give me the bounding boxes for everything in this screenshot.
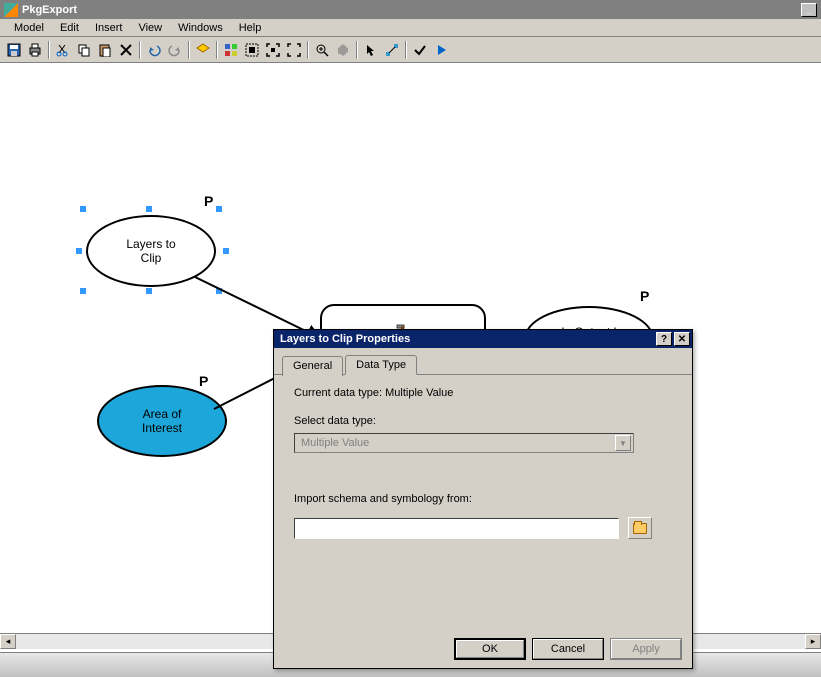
selection-handle[interactable] bbox=[146, 288, 152, 294]
node-label: Layers to Clip bbox=[126, 237, 175, 265]
minimize-button[interactable]: _ bbox=[801, 3, 817, 17]
tab-strip: General Data Type bbox=[274, 348, 692, 375]
menu-windows[interactable]: Windows bbox=[170, 20, 231, 36]
browse-button[interactable] bbox=[628, 517, 652, 539]
parameter-flag: P bbox=[204, 193, 213, 209]
fullscreen-button[interactable] bbox=[284, 40, 304, 60]
cancel-button[interactable]: Cancel bbox=[532, 638, 604, 660]
zoom-in-button[interactable] bbox=[312, 40, 332, 60]
properties-dialog: Layers to Clip Properties ? ✕ General Da… bbox=[273, 329, 693, 669]
cut-button[interactable] bbox=[53, 40, 73, 60]
help-button[interactable]: ? bbox=[656, 332, 672, 346]
menu-edit[interactable]: Edit bbox=[52, 20, 87, 36]
dropdown-value: Multiple Value bbox=[301, 437, 369, 449]
scroll-right-button[interactable]: ▸ bbox=[805, 634, 821, 649]
connect-button[interactable] bbox=[382, 40, 402, 60]
scroll-left-button[interactable]: ◂ bbox=[0, 634, 16, 649]
import-label: Import schema and symbology from: bbox=[294, 493, 672, 505]
window-titlebar: PkgExport _ bbox=[0, 0, 821, 19]
tab-general[interactable]: General bbox=[282, 356, 343, 376]
dialog-title: Layers to Clip Properties bbox=[280, 333, 410, 345]
import-path-input[interactable] bbox=[294, 518, 619, 539]
save-button[interactable] bbox=[4, 40, 24, 60]
node-label: Area of Interest bbox=[142, 407, 182, 435]
selection-handle[interactable] bbox=[80, 288, 86, 294]
folder-open-icon bbox=[633, 523, 647, 534]
copy-button[interactable] bbox=[74, 40, 94, 60]
redo-button[interactable] bbox=[165, 40, 185, 60]
menu-help[interactable]: Help bbox=[231, 20, 270, 36]
delete-button[interactable] bbox=[116, 40, 136, 60]
parameter-flag: P bbox=[199, 373, 208, 389]
undo-button[interactable] bbox=[144, 40, 164, 60]
window-title: PkgExport bbox=[22, 4, 77, 16]
pointer-button[interactable] bbox=[361, 40, 381, 60]
selection-handle[interactable] bbox=[223, 248, 229, 254]
tab-panel: Current data type: Multiple Value Select… bbox=[274, 375, 692, 551]
menu-insert[interactable]: Insert bbox=[87, 20, 131, 36]
apply-button[interactable]: Apply bbox=[610, 638, 682, 660]
current-type-label: Current data type: Multiple Value bbox=[294, 387, 672, 399]
select-type-label: Select data type: bbox=[294, 415, 672, 427]
app-icon bbox=[4, 3, 18, 17]
tab-datatype[interactable]: Data Type bbox=[345, 355, 417, 375]
parameter-flag: P bbox=[640, 288, 649, 304]
select-all-button[interactable] bbox=[242, 40, 262, 60]
selection-handle[interactable] bbox=[146, 206, 152, 212]
print-button[interactable] bbox=[25, 40, 45, 60]
toolbar bbox=[0, 37, 821, 63]
tile-button[interactable] bbox=[221, 40, 241, 60]
connector[interactable] bbox=[195, 276, 311, 334]
validate-button[interactable] bbox=[193, 40, 213, 60]
selection-handle[interactable] bbox=[76, 248, 82, 254]
dialog-titlebar[interactable]: Layers to Clip Properties ? ✕ bbox=[274, 330, 692, 348]
zoom-fit-button[interactable] bbox=[263, 40, 283, 60]
close-button[interactable]: ✕ bbox=[674, 332, 690, 346]
paste-button[interactable] bbox=[95, 40, 115, 60]
menu-view[interactable]: View bbox=[130, 20, 170, 36]
selection-handle[interactable] bbox=[80, 206, 86, 212]
check-button[interactable] bbox=[410, 40, 430, 60]
chevron-down-icon: ▼ bbox=[615, 435, 631, 451]
selection-handle[interactable] bbox=[216, 206, 222, 212]
run-button[interactable] bbox=[431, 40, 451, 60]
data-type-dropdown[interactable]: Multiple Value ▼ bbox=[294, 433, 634, 453]
ok-button[interactable]: OK bbox=[454, 638, 526, 660]
menubar: Model Edit Insert View Windows Help bbox=[0, 19, 821, 37]
menu-model[interactable]: Model bbox=[6, 20, 52, 36]
pan-button[interactable] bbox=[333, 40, 353, 60]
node-area-of-interest[interactable]: Area of Interest bbox=[97, 385, 227, 457]
